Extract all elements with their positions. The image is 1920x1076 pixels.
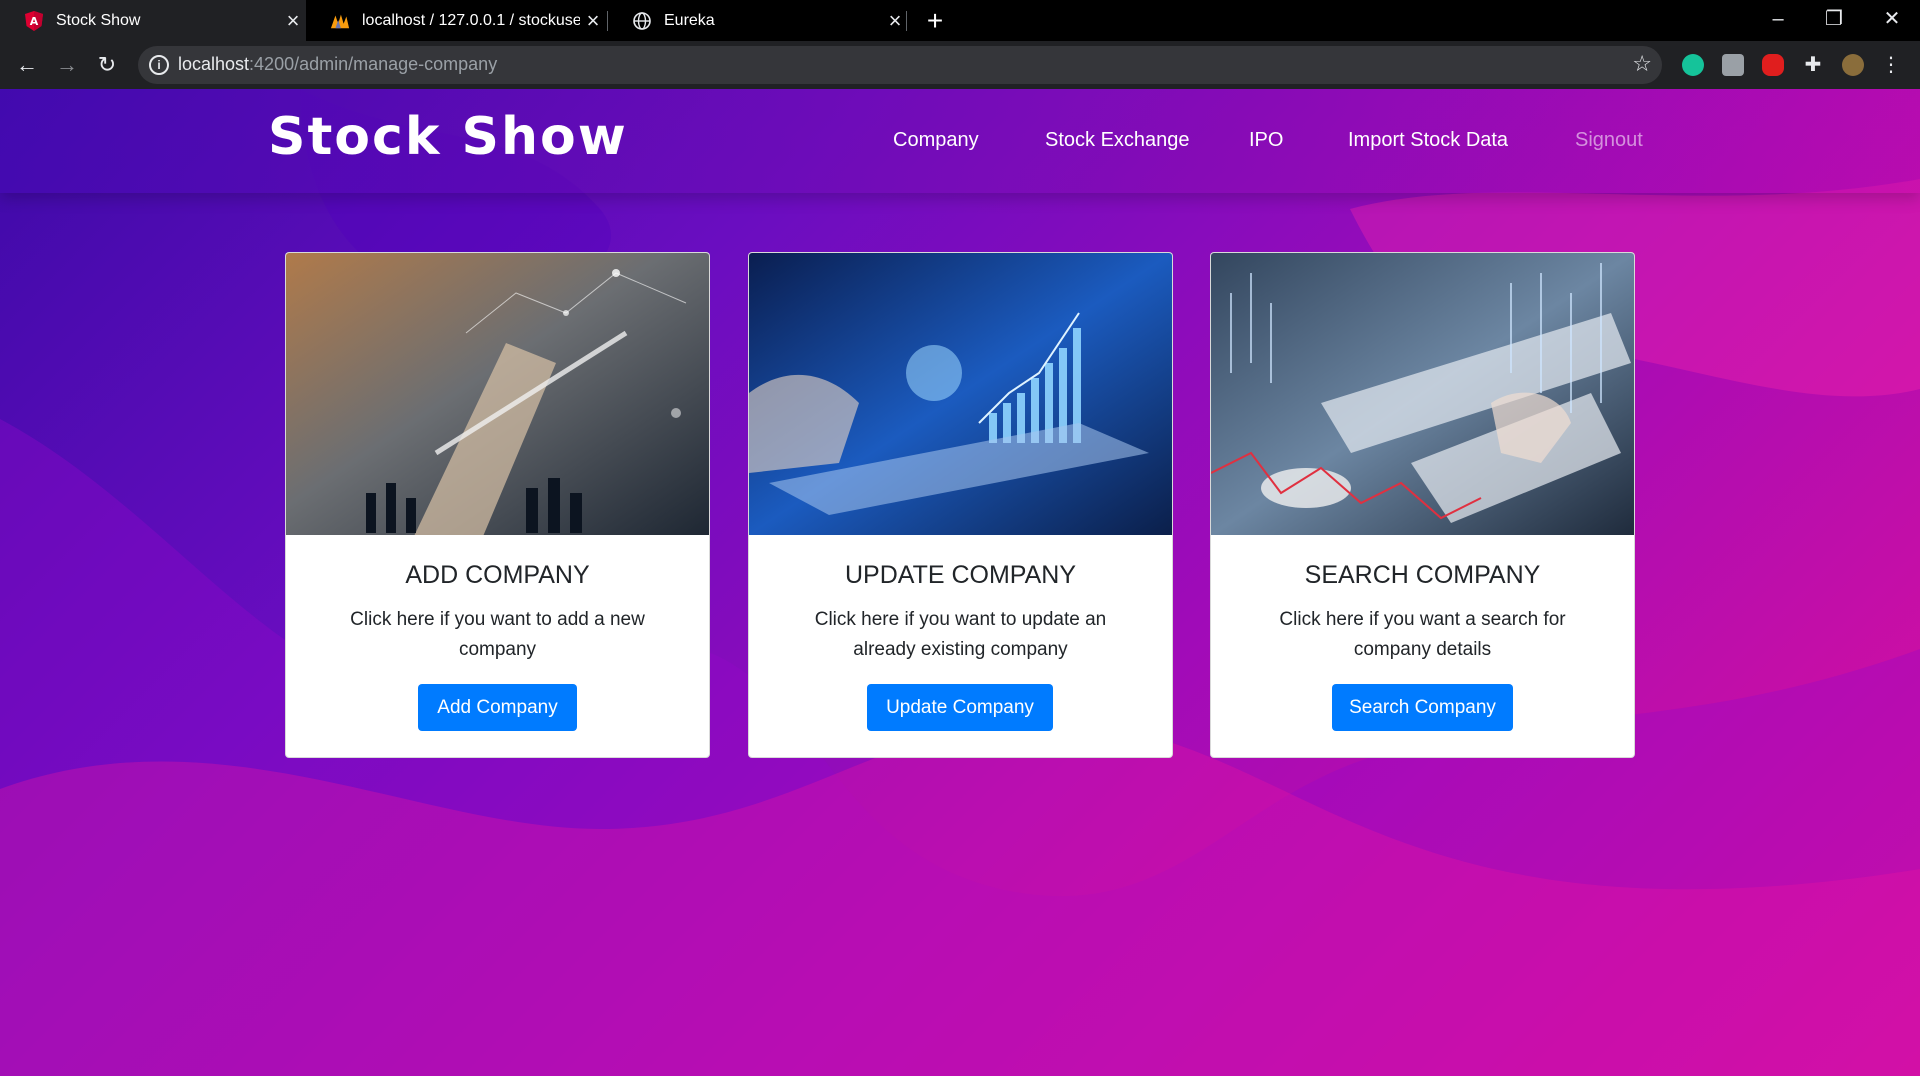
tab-title: localhost / 127.0.0.1 / stockuser / <box>362 11 580 29</box>
url-text[interactable]: localhost:4200/admin/manage-company <box>178 54 497 75</box>
tab-title: Eureka <box>664 11 715 29</box>
update-company-button[interactable]: Update Company <box>867 684 1053 731</box>
phpmyadmin-icon <box>330 11 350 31</box>
card-title: ADD COMPANY <box>405 561 590 589</box>
youtube-extension-icon[interactable] <box>1762 54 1784 76</box>
update-company-card: UPDATE COMPANY Click here if you want to… <box>748 252 1173 758</box>
puzzle-extensions-icon[interactable]: ✚ <box>1802 54 1824 76</box>
new-tab-icon[interactable]: + <box>920 0 950 41</box>
card-description: Click here if you want to add a new comp… <box>350 609 645 660</box>
window-close-icon[interactable]: ✕ <box>1864 0 1920 41</box>
close-tab-icon[interactable]: × <box>882 8 908 34</box>
browser-tab-bar: A Stock Show × localhost / 127.0.0.1 / s… <box>0 0 1920 41</box>
extension-icon[interactable] <box>1722 54 1744 76</box>
close-tab-icon[interactable]: × <box>280 8 306 34</box>
search-company-button[interactable]: Search Company <box>1332 684 1513 731</box>
bookmark-star-icon[interactable]: ☆ <box>1632 51 1652 77</box>
tab-phpmyadmin[interactable]: localhost / 127.0.0.1 / stockuser / × <box>306 0 606 41</box>
card-description: Click here if you want to update an alre… <box>814 609 1107 660</box>
tab-title: Stock Show <box>56 11 141 29</box>
reload-icon[interactable]: ↻ <box>90 48 124 82</box>
tab-divider <box>906 11 907 31</box>
browser-toolbar: ← → ↻ i localhost:4200/admin/manage-comp… <box>0 41 1920 89</box>
nav-stock-exchange[interactable]: Stock Exchange <box>1045 129 1190 152</box>
close-tab-icon[interactable]: × <box>580 8 606 34</box>
minimize-icon[interactable]: – <box>1750 0 1806 41</box>
nav-import-stock-data[interactable]: Import Stock Data <box>1348 129 1508 152</box>
menu-kebab-icon[interactable]: ⋮ <box>1880 54 1902 76</box>
card-title: UPDATE COMPANY <box>844 561 1077 589</box>
search-company-image <box>1211 253 1634 535</box>
nav-signout[interactable]: Signout <box>1575 129 1643 152</box>
site-info-icon[interactable]: i <box>149 55 169 75</box>
page-background: Stock Show Company Stock Exchange IPO Im… <box>0 89 1920 1076</box>
add-company-button[interactable]: Add Company <box>418 684 577 731</box>
add-company-card: ADD COMPANY Click here if you want to ad… <box>285 252 710 758</box>
svg-text:A: A <box>30 15 39 28</box>
angular-icon: A <box>24 10 44 31</box>
tab-eureka[interactable]: Eureka × <box>608 0 908 41</box>
avatar[interactable] <box>1842 54 1864 76</box>
site-navbar: Stock Show Company Stock Exchange IPO Im… <box>0 89 1920 193</box>
brand-logo[interactable]: Stock Show <box>268 107 628 167</box>
nav-ipo[interactable]: IPO <box>1249 129 1283 152</box>
update-company-image <box>749 253 1172 535</box>
card-description: Click here if you want a search for comp… <box>1279 609 1566 660</box>
restore-icon[interactable]: ❐ <box>1806 0 1862 41</box>
card-title: SEARCH COMPANY <box>1304 561 1541 589</box>
back-icon[interactable]: ← <box>10 48 44 82</box>
search-company-card: SEARCH COMPANY Click here if you want a … <box>1210 252 1635 758</box>
globe-icon <box>632 11 652 31</box>
add-company-image <box>286 253 709 535</box>
nav-company[interactable]: Company <box>893 129 979 152</box>
tab-stock-show[interactable]: A Stock Show × <box>0 0 306 41</box>
forward-icon[interactable]: → <box>50 48 84 82</box>
grammarly-icon[interactable] <box>1682 54 1704 76</box>
address-bar[interactable]: i localhost:4200/admin/manage-company ☆ <box>138 46 1662 84</box>
